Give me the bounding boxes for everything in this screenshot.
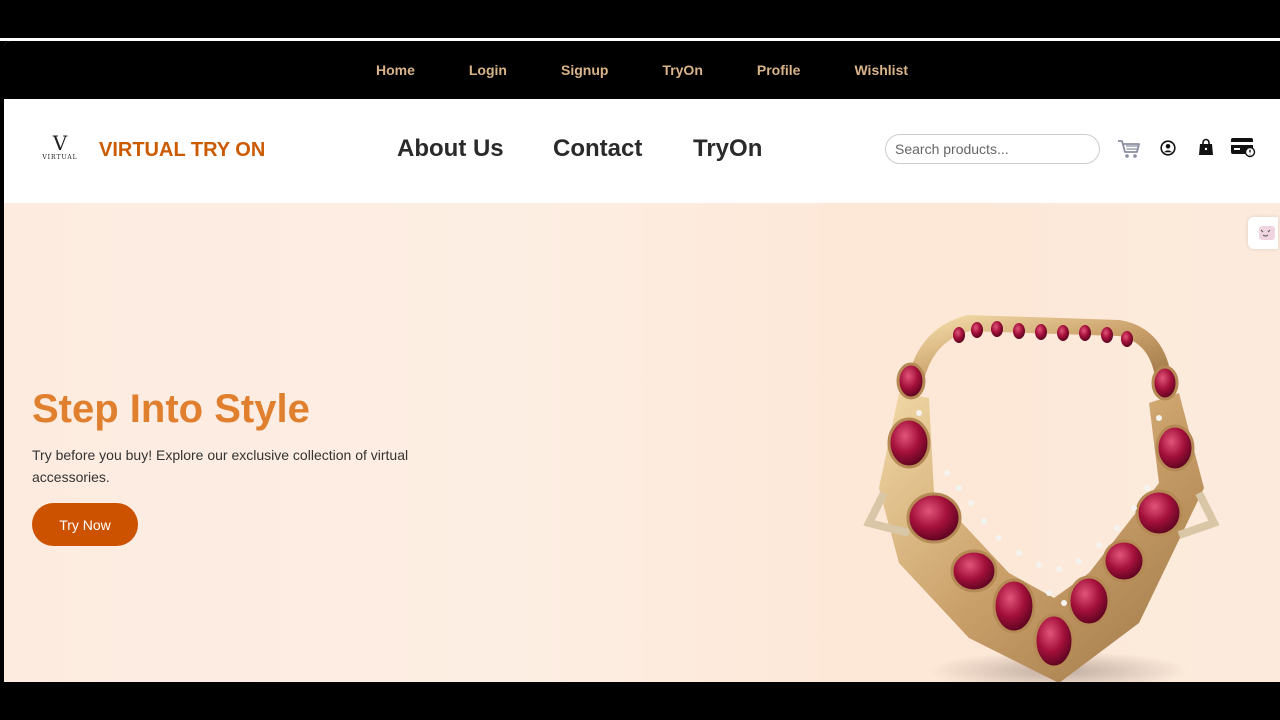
video-frame-top: [0, 0, 1280, 38]
topnav-login[interactable]: Login: [469, 62, 507, 78]
video-frame-bottom: [0, 682, 1280, 720]
topnav-tryon[interactable]: TryOn: [662, 62, 702, 78]
cart-icon[interactable]: [1117, 138, 1141, 165]
card-icon[interactable]: [1230, 136, 1256, 163]
search-input[interactable]: [885, 134, 1100, 164]
hero-title: Step Into Style: [32, 387, 310, 431]
side-widget-tab[interactable]: [1248, 217, 1278, 249]
topnav-signup[interactable]: Signup: [561, 62, 608, 78]
topnav-home[interactable]: Home: [376, 62, 415, 78]
user-icon[interactable]: [1160, 140, 1176, 161]
main-header: V VIRTUAL VIRTUAL TRY ON About Us Contac…: [4, 99, 1280, 203]
necklace-image: [859, 273, 1220, 682]
hero-banner: Step Into Style Try before you buy! Expl…: [4, 203, 1280, 682]
top-nav: Home Login Signup TryOn Profile Wishlist: [4, 41, 1280, 99]
topnav-profile[interactable]: Profile: [757, 62, 801, 78]
nav-contact[interactable]: Contact: [553, 135, 642, 163]
nav-tryon[interactable]: TryOn: [693, 135, 762, 163]
nav-about-us[interactable]: About Us: [397, 135, 504, 163]
logo-letter: V: [52, 131, 68, 155]
hero-description: Try before you buy! Explore our exclusiv…: [32, 447, 409, 485]
topnav-wishlist[interactable]: Wishlist: [854, 62, 908, 78]
try-now-button[interactable]: Try Now: [32, 503, 138, 546]
page: Home Login Signup TryOn Profile Wishlist…: [4, 41, 1280, 682]
bag-icon[interactable]: [1198, 138, 1214, 161]
site-logo[interactable]: V VIRTUAL: [40, 133, 80, 169]
logo-word: VIRTUAL: [42, 154, 78, 161]
brand-name[interactable]: VIRTUAL TRY ON: [99, 139, 265, 162]
